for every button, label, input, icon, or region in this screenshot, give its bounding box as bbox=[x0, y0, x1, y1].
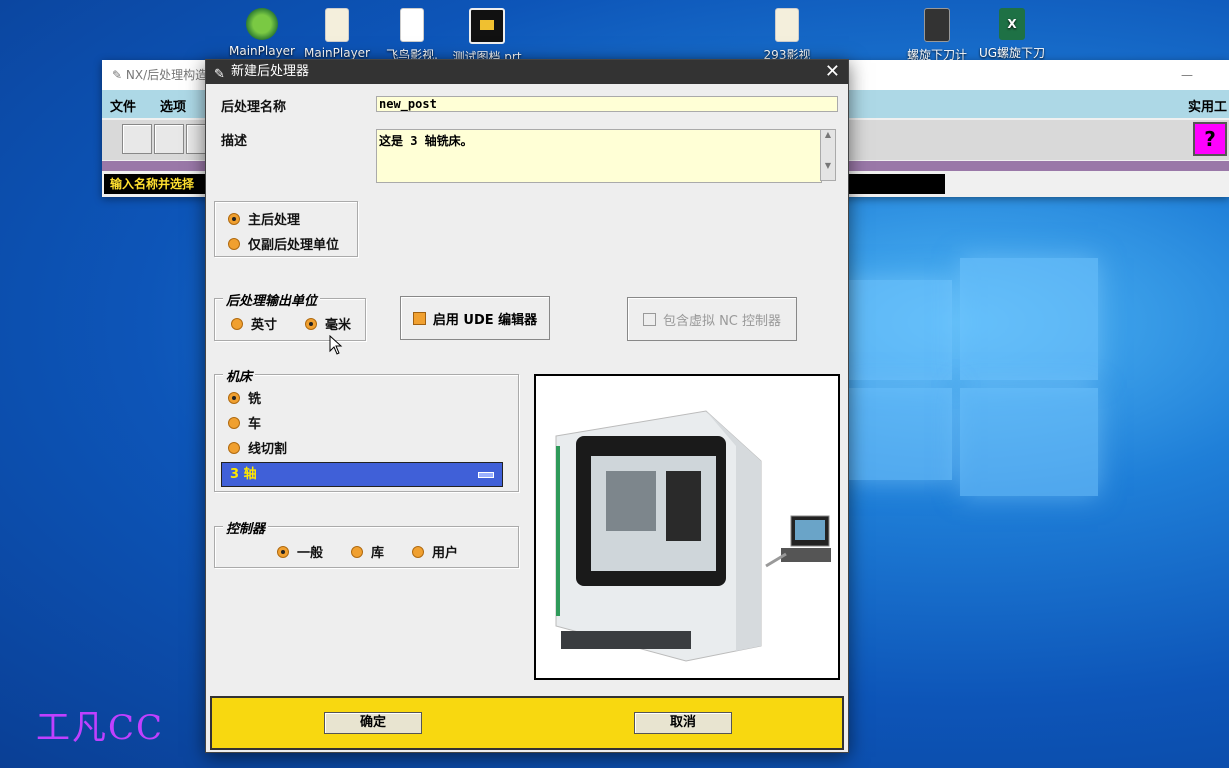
help-icon[interactable]: ? bbox=[1193, 122, 1227, 156]
axis-select[interactable]: 3 轴 bbox=[221, 462, 503, 487]
output-units-group: 后处理输出单位 英寸 毫米 bbox=[214, 290, 366, 341]
checkbox-label: 包含虚拟 NC 控制器 bbox=[662, 313, 782, 329]
generic-controller-radio[interactable]: 一般 bbox=[277, 542, 323, 561]
post-type-group: 主后处理 仅副后处理单位 bbox=[214, 201, 358, 257]
virtual-nc-checkbox[interactable]: 包含虚拟 NC 控制器 bbox=[627, 297, 797, 341]
radio-dot bbox=[228, 237, 240, 250]
radio-dot bbox=[228, 416, 240, 429]
radio-dot bbox=[231, 317, 243, 330]
group-title: 机床 bbox=[223, 366, 256, 385]
minimize-icon[interactable]: — bbox=[1181, 60, 1193, 90]
desktop-icon-calculator[interactable]: 螺旋下刀计 bbox=[897, 2, 977, 63]
desktop-icon-label: UG螺旋下刀 bbox=[978, 46, 1046, 60]
radio-dot bbox=[228, 391, 240, 404]
description-label: 描述 bbox=[221, 134, 248, 149]
desktop-icon-293[interactable]: 293影视 bbox=[747, 2, 827, 63]
radio-dot bbox=[228, 212, 240, 225]
feather-icon: ✎ bbox=[112, 68, 126, 82]
file-icon bbox=[400, 8, 424, 42]
desktop-icon-mainplayer[interactable]: MainPlayer bbox=[222, 2, 302, 58]
calculator-icon bbox=[924, 8, 950, 42]
inch-radio[interactable]: 英寸 bbox=[231, 314, 277, 333]
mainplayer-icon bbox=[246, 8, 278, 40]
menu-utilities[interactable]: 实用工 bbox=[1188, 96, 1227, 115]
radio-label: 用户 bbox=[432, 546, 459, 561]
radio-dot bbox=[305, 317, 317, 330]
radio-dot bbox=[228, 441, 240, 454]
radio-label: 主后处理 bbox=[248, 213, 301, 228]
watermark: 工凡CC bbox=[36, 708, 165, 748]
radio-label: 库 bbox=[371, 546, 385, 561]
desktop-icon-mainplayer-file[interactable]: MainPlayer bbox=[297, 2, 377, 60]
description-scrollbar[interactable]: ▲ ▼ bbox=[820, 129, 836, 181]
dialog-titlebar: ✎ 新建后处理器 ✕ bbox=[206, 60, 848, 84]
radio-label: 车 bbox=[248, 417, 262, 432]
checkbox-icon bbox=[642, 312, 656, 326]
radio-label: 毫米 bbox=[325, 318, 352, 333]
feather-icon: ✎ bbox=[214, 67, 225, 82]
bg-app-title: NX/后处理构造 bbox=[125, 68, 208, 82]
menu-options[interactable]: 选项 bbox=[160, 96, 186, 115]
radio-dot bbox=[412, 545, 424, 558]
description-field[interactable]: 这是 3 轴铣床。 bbox=[376, 129, 822, 183]
desktop-icon-excel[interactable]: X UG螺旋下刀 bbox=[972, 2, 1052, 61]
post-name-field[interactable]: new_post bbox=[376, 96, 838, 112]
sub-post-radio[interactable]: 仅副后处理单位 bbox=[228, 234, 339, 253]
enable-ude-checkbox[interactable]: 启用 UDE 编辑器 bbox=[400, 296, 550, 340]
nx-part-icon bbox=[469, 8, 505, 44]
radio-label: 一般 bbox=[297, 546, 324, 561]
machine-image bbox=[534, 374, 840, 680]
menu-file[interactable]: 文件 bbox=[110, 96, 136, 115]
controller-group: 控制器 一般 库 用户 bbox=[214, 518, 519, 568]
scroll-up-icon[interactable]: ▲ bbox=[821, 130, 835, 139]
desktop-icon-test-prt[interactable]: 测试图档.prt bbox=[447, 2, 527, 65]
option-menu-icon bbox=[478, 472, 494, 478]
radio-label: 线切割 bbox=[248, 442, 288, 457]
group-title: 控制器 bbox=[223, 518, 269, 537]
file-icon bbox=[325, 8, 349, 42]
close-icon[interactable]: ✕ bbox=[825, 60, 840, 84]
cnc-machine-illustration bbox=[555, 410, 831, 662]
dialog-button-bar: 确定 取消 bbox=[210, 696, 844, 750]
radio-label: 铣 bbox=[248, 392, 262, 407]
lathe-radio[interactable]: 车 bbox=[228, 413, 261, 432]
file-icon bbox=[775, 8, 799, 42]
group-title: 后处理输出单位 bbox=[223, 290, 321, 309]
wedm-radio[interactable]: 线切割 bbox=[228, 438, 287, 457]
mill-radio[interactable]: 铣 bbox=[228, 388, 261, 407]
checkbox-icon bbox=[412, 311, 426, 325]
desktop-icon-label: MainPlayer bbox=[304, 46, 370, 60]
windows-logo bbox=[848, 258, 1098, 496]
desktop-icon-feiniao[interactable]: 飞鸟影视. bbox=[372, 2, 452, 63]
open-folder-icon[interactable] bbox=[154, 124, 184, 154]
ok-button[interactable]: 确定 bbox=[324, 712, 422, 734]
library-controller-radio[interactable]: 库 bbox=[351, 542, 384, 561]
post-name-label: 后处理名称 bbox=[221, 100, 287, 115]
main-post-radio[interactable]: 主后处理 bbox=[228, 209, 300, 228]
radio-label: 仅副后处理单位 bbox=[248, 238, 340, 253]
radio-dot bbox=[351, 545, 363, 558]
checkbox-label: 启用 UDE 编辑器 bbox=[432, 312, 538, 328]
desktop-icon-label: MainPlayer bbox=[229, 44, 295, 58]
excel-icon: X bbox=[999, 8, 1025, 40]
new-file-icon[interactable] bbox=[122, 124, 152, 154]
mm-radio[interactable]: 毫米 bbox=[305, 314, 351, 333]
new-postprocessor-dialog: ✎ 新建后处理器 ✕ 后处理名称 new_post 描述 这是 3 轴铣床。 ▲… bbox=[205, 59, 849, 753]
mouse-cursor-icon bbox=[329, 335, 343, 355]
user-controller-radio[interactable]: 用户 bbox=[412, 542, 458, 561]
cancel-button[interactable]: 取消 bbox=[634, 712, 732, 734]
axis-select-value: 3 轴 bbox=[230, 467, 257, 482]
scroll-down-icon[interactable]: ▼ bbox=[821, 161, 835, 170]
dialog-title: 新建后处理器 bbox=[231, 64, 310, 79]
radio-label: 英寸 bbox=[251, 318, 278, 333]
radio-dot bbox=[277, 545, 289, 558]
